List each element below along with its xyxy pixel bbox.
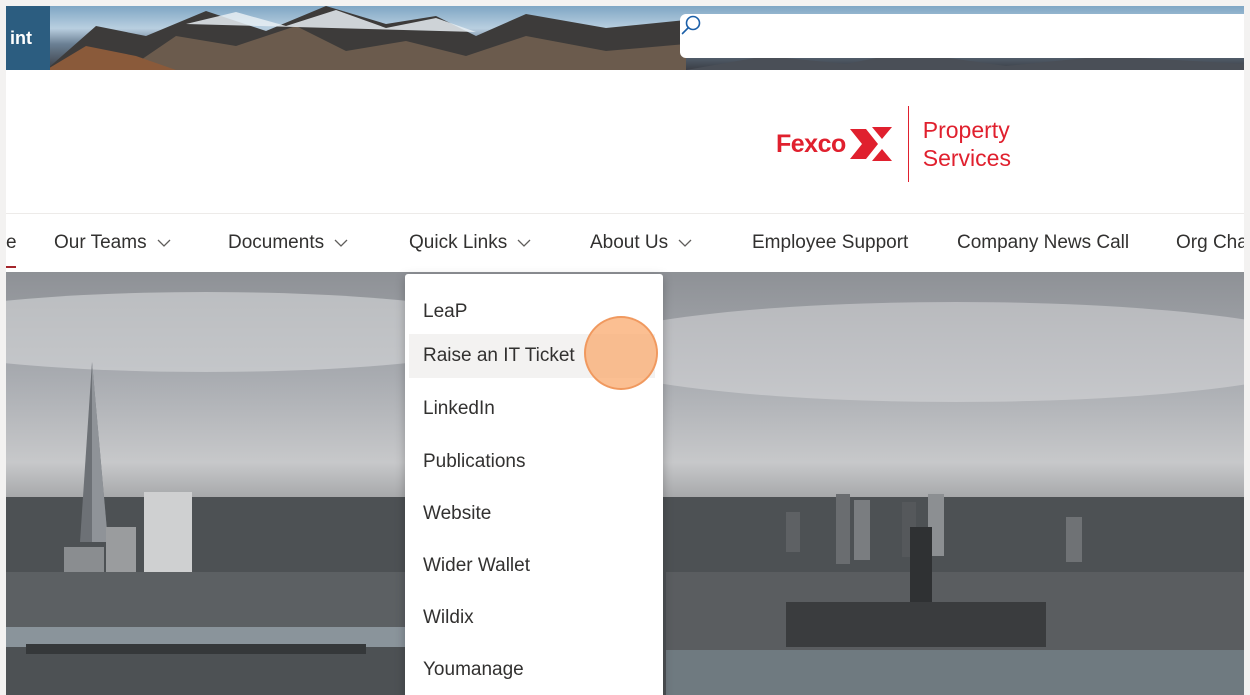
logo-wordmark: Fexco [776,129,846,158]
dropdown-item-label: LinkedIn [423,398,495,419]
dropdown-item-website[interactable]: Website [409,492,655,536]
nav-active-indicator [6,266,16,268]
dropdown-item-label: Publications [423,451,526,472]
fexco-x-mark-icon [849,127,892,161]
logo-divider [907,106,909,182]
nav-item-about-us[interactable]: About Us [590,214,692,272]
site-header: Fexco Property Services [6,70,1244,212]
nav-item-org-chart[interactable]: Org Cha [1176,214,1244,272]
chevron-down-icon [517,239,531,247]
app-name-tile[interactable]: int [6,6,50,70]
dropdown-item-wildix[interactable]: Wildix [409,596,655,640]
dropdown-item-label: Wildix [423,607,474,628]
dropdown-item-linkedin[interactable]: LinkedIn [409,387,655,431]
logo-subtitle: Property Services [923,116,1011,172]
nav-item-label: e [6,232,17,253]
nav-item-label: Company News Call [957,232,1130,253]
dropdown-item-label: Wider Wallet [423,555,530,576]
nav-item-label: Our Teams [54,232,147,253]
nav-item-label: Employee Support [752,232,909,253]
nav-item-label: Quick Links [409,232,508,253]
logo-subtitle-line1: Property [922,117,1010,143]
nav-item-quick-links[interactable]: Quick Links [409,214,531,272]
dropdown-item-label: Youmanage [423,659,524,680]
dropdown-item-wider-wallet[interactable]: Wider Wallet [409,544,655,588]
nav-item-documents[interactable]: Documents [228,214,348,272]
dropdown-item-publications[interactable]: Publications [409,440,655,484]
suite-bar: int [6,6,1244,70]
search-icon [681,15,701,35]
nav-item-label: Org Cha [1176,232,1244,253]
dropdown-item-youmanage[interactable]: Youmanage [409,648,655,692]
chevron-down-icon [157,239,171,247]
dropdown-item-label: LeaP [423,301,468,322]
search-input[interactable] [680,14,1244,58]
dropdown-item-label: Raise an IT Ticket [423,345,575,366]
nav-item-home[interactable]: e [6,214,17,272]
logo-subtitle-line2: Services [922,145,1011,171]
chevron-down-icon [334,239,348,247]
app-name-label: int [10,27,32,48]
nav-item-our-teams[interactable]: Our Teams [54,214,171,272]
nav-item-label: Documents [228,232,325,253]
chevron-down-icon [678,239,692,247]
nav-item-employee-support[interactable]: Employee Support [752,214,908,272]
click-indicator [584,316,658,390]
site-logo[interactable]: Fexco Property Services [776,104,1011,184]
nav-item-company-news-call[interactable]: Company News Call [957,214,1129,272]
hub-navigation: e Our Teams Documents Quick Links About … [6,213,1244,272]
nav-item-label: About Us [590,232,669,253]
sharepoint-page: int Fexco Property Services e Our Teams … [6,6,1244,695]
dropdown-item-label: Website [423,503,492,524]
